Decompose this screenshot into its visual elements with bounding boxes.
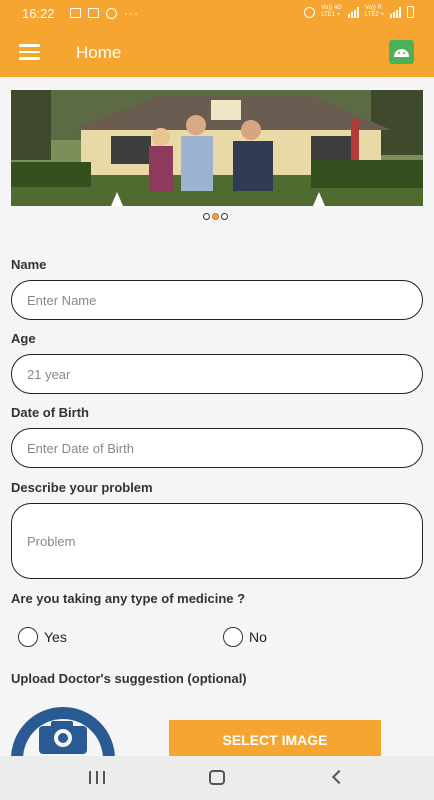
no-radio[interactable]: No [223,627,267,647]
battery-icon [407,6,414,18]
signal-icon [347,6,359,18]
name-label: Name [11,257,47,272]
problem-textarea[interactable]: Problem [11,503,423,579]
dob-label: Date of Birth [11,405,89,420]
carousel-dot-active[interactable] [212,213,219,220]
no-radio-label: No [249,629,267,645]
problem-label: Describe your problem [11,480,153,495]
home-icon[interactable] [209,770,225,785]
sync-icon [106,7,117,19]
radio-circle[interactable] [18,627,38,647]
hamburger-menu-icon[interactable] [19,44,40,60]
radio-circle[interactable] [223,627,243,647]
back-icon[interactable] [331,769,347,785]
recent-apps-icon[interactable] [89,771,105,784]
upload-label: Upload Doctor's suggestion (optional) [11,671,247,686]
age-label: Age [11,331,36,346]
medicine-question: Are you taking any type of medicine ? [11,591,246,606]
network-sim1: Vo)) 4G LTE1 + [321,5,342,18]
select-image-button[interactable]: SELECT IMAGE [169,720,381,760]
carousel-dot[interactable] [221,213,228,220]
name-input[interactable] [11,280,423,320]
more-notifications-icon: ··· [124,6,139,20]
banner-image[interactable] [11,90,423,206]
dob-input[interactable] [11,428,423,468]
yes-radio-label: Yes [44,629,67,645]
age-input[interactable] [11,354,423,394]
camera-upload[interactable] [11,695,115,760]
signal-icon [390,6,401,18]
image-icon [88,8,99,18]
gallery-icon [70,8,81,18]
network-sim2: Vo)) R LTE2 + [364,5,384,18]
status-bar: 16:22 ··· Vo)) 4G LTE1 + Vo)) R LTE2 + [0,0,434,27]
status-left-icons: ··· [70,6,139,20]
status-time: 16:22 [22,6,55,21]
system-nav-bar [0,756,434,800]
yes-radio[interactable]: Yes [18,627,67,647]
android-icon[interactable] [389,40,414,64]
carousel-indicator [203,213,228,220]
app-bar: Home [0,27,434,77]
status-right-icons: Vo)) 4G LTE1 + Vo)) R LTE2 + [304,5,414,19]
page-title: Home [76,43,122,62]
carousel-dot[interactable] [203,213,210,220]
alarm-icon [304,6,316,18]
